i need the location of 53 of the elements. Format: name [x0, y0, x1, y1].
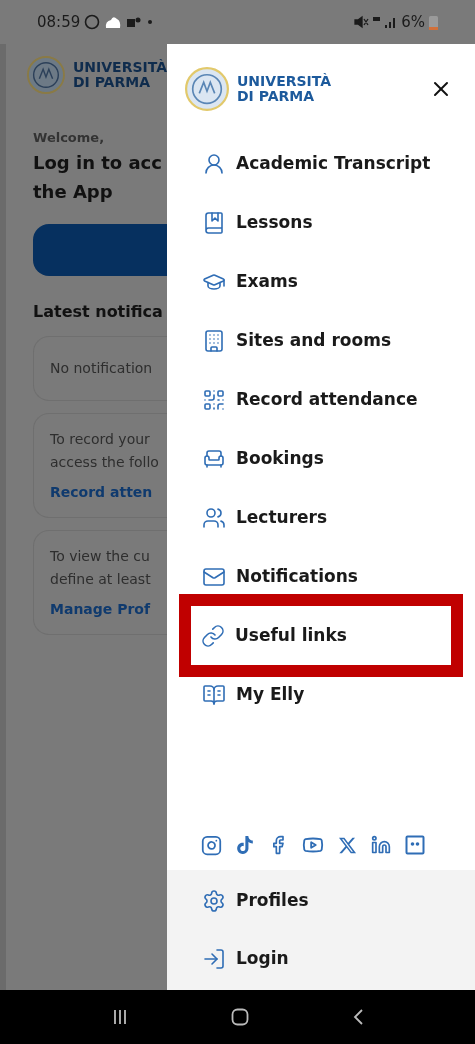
menu-item[interactable]: Exams: [167, 252, 475, 311]
gear-icon: [202, 889, 226, 913]
tiktok-icon[interactable]: [236, 836, 254, 854]
card-text: define at least: [50, 569, 152, 589]
linkedin-icon[interactable]: [371, 835, 391, 855]
people-icon: [126, 15, 143, 29]
menu-item[interactable]: Lessons: [167, 193, 475, 252]
card-text: To record your: [50, 429, 151, 449]
open-book-icon: [202, 682, 226, 707]
seal-logo-icon: [185, 67, 229, 111]
battery-icon: [429, 14, 438, 30]
menu-item[interactable]: My Elly: [167, 665, 475, 724]
menu-item[interactable]: Lecturers: [167, 488, 475, 547]
menu-item[interactable]: Bookings: [167, 429, 475, 488]
menu-item[interactable]: Profiles: [167, 872, 475, 930]
cloud-icon: [104, 15, 123, 29]
battery-percentage: 6%: [401, 11, 425, 33]
logo-text: UNIVERSITÀ: [237, 74, 332, 89]
card-text: No notification: [50, 358, 154, 378]
logo-text: DI PARMA: [72, 75, 151, 90]
x-icon[interactable]: [338, 835, 357, 855]
card-text: To view the cu: [50, 546, 151, 566]
menu-item[interactable]: Record attendance: [167, 370, 475, 429]
heading-text: the App: [33, 179, 114, 204]
chat-bubble-icon: [84, 14, 101, 30]
instagram-icon[interactable]: [201, 834, 222, 856]
home-icon[interactable]: [230, 1008, 249, 1026]
status-time: 08:59: [37, 11, 81, 33]
login-arrow-icon: [202, 947, 226, 971]
dot-icon: [146, 18, 155, 26]
heading-text: Log in to acc: [33, 150, 163, 175]
menu-item[interactable]: Login: [167, 930, 475, 988]
section-title: Latest notifica: [33, 300, 164, 323]
logo-text: DI PARMA: [237, 89, 316, 104]
people-icon: [202, 505, 226, 530]
card-text: access the follo: [50, 452, 160, 472]
book-icon: [202, 210, 226, 235]
menu-item[interactable]: Notifications: [167, 547, 475, 606]
mute-icon: [353, 15, 370, 29]
link-icon: [201, 623, 225, 648]
person-icon: [202, 151, 226, 176]
menu-item[interactable]: Academic Transcript: [167, 134, 475, 193]
greeting-text: Welcome,: [33, 129, 106, 147]
menu-item[interactable]: Useful links: [191, 606, 451, 665]
menu-item[interactable]: Sites and rooms: [167, 311, 475, 370]
building-icon: [202, 328, 226, 353]
signal-icon: [373, 15, 398, 29]
login-button[interactable]: [33, 223, 167, 276]
qr-code-icon: [202, 387, 226, 412]
recent-apps-icon[interactable]: [111, 1008, 128, 1026]
logo-text: UNIVERSITÀ: [72, 60, 167, 75]
back-icon[interactable]: [351, 1008, 364, 1026]
square-dots-icon[interactable]: [405, 835, 425, 855]
